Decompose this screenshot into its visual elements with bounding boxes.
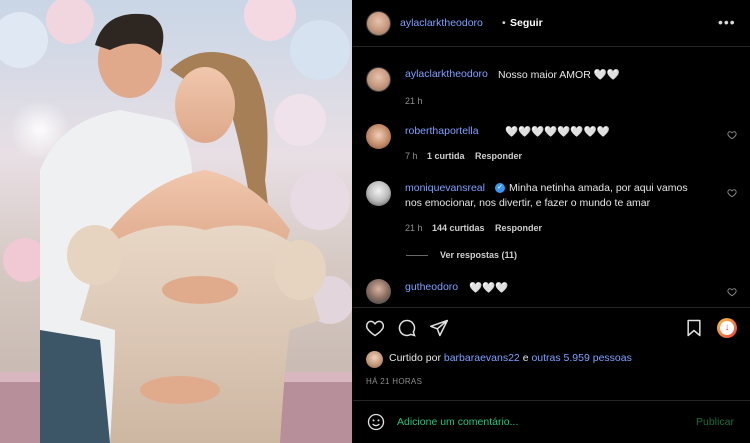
liked-by-line: Curtido por barbaraevans22 e outras 5.95… [389,352,632,364]
header-avatar[interactable] [366,11,391,36]
comment-like-heart-icon[interactable] [727,188,737,198]
caption-avatar[interactable] [366,67,391,92]
emoji-icon[interactable] [366,412,386,432]
comment-icon[interactable] [397,318,417,338]
follow-button[interactable]: Seguir [510,17,543,29]
comment-avatar[interactable] [366,279,391,304]
post-photo[interactable] [0,0,352,443]
comment-input[interactable]: Adicione um comentário... [397,416,518,428]
caption-text: Nosso maior AMOR 🤍🤍 [498,69,620,81]
comment-text-line2: nos emocionar, nos divertir, e fazer o m… [405,197,651,209]
comment-time[interactable]: 21 h [405,223,423,233]
comment-username[interactable]: gutheodoro [405,281,458,293]
publish-button[interactable]: Publicar [696,416,734,428]
caption-time: 21 h [405,96,423,106]
comment-box-divider [353,400,750,401]
liked-by-others[interactable]: outras 5.959 pessoas [531,352,631,364]
more-options-icon[interactable]: ••• [718,14,736,30]
comment-text-line1: Minha netinha amada, por aqui vamos [509,182,688,194]
liked-by-user[interactable]: barbaraevans22 [444,352,520,364]
header-divider [353,46,750,47]
download-badge-icon[interactable]: ↓ [717,318,737,338]
liked-by-prefix: Curtido por [389,352,441,364]
view-replies-line [406,255,428,256]
comment-likes[interactable]: 144 curtidas [432,223,485,233]
comment-username[interactable]: roberthaportella [405,125,479,137]
liker-avatar[interactable] [366,351,383,368]
liked-by-conjunction: e [522,352,529,364]
comment-time[interactable]: 7 h [405,151,418,161]
header-username[interactable]: aylaclarktheodoro [400,17,483,29]
comment-text: 🤍🤍🤍🤍🤍🤍🤍🤍 [505,126,610,138]
share-icon[interactable] [429,318,449,338]
couple-photo-illustration [0,0,352,443]
comment-avatar[interactable] [366,181,391,206]
comment-likes[interactable]: 1 curtida [427,151,465,161]
caption-username[interactable]: aylaclarktheodoro [405,68,488,80]
verified-badge-icon: ✓ [495,183,505,193]
comment-like-heart-icon[interactable] [727,130,737,140]
comment-avatar[interactable] [366,124,391,149]
comment-reply-button[interactable]: Responder [475,151,522,161]
comment-username[interactable]: moniquevansreal [405,182,485,194]
comment-reply-button[interactable]: Responder [495,223,542,233]
view-replies-button[interactable]: Ver respostas (11) [440,250,517,260]
bookmark-icon[interactable] [684,318,704,338]
post-timestamp[interactable]: HÁ 21 HORAS [366,377,422,386]
actions-divider [353,307,750,308]
comment-text: 🤍🤍🤍 [469,282,509,294]
comment-like-heart-icon[interactable] [727,287,737,297]
header-separator: • [502,17,506,29]
heart-icon[interactable] [365,318,385,338]
